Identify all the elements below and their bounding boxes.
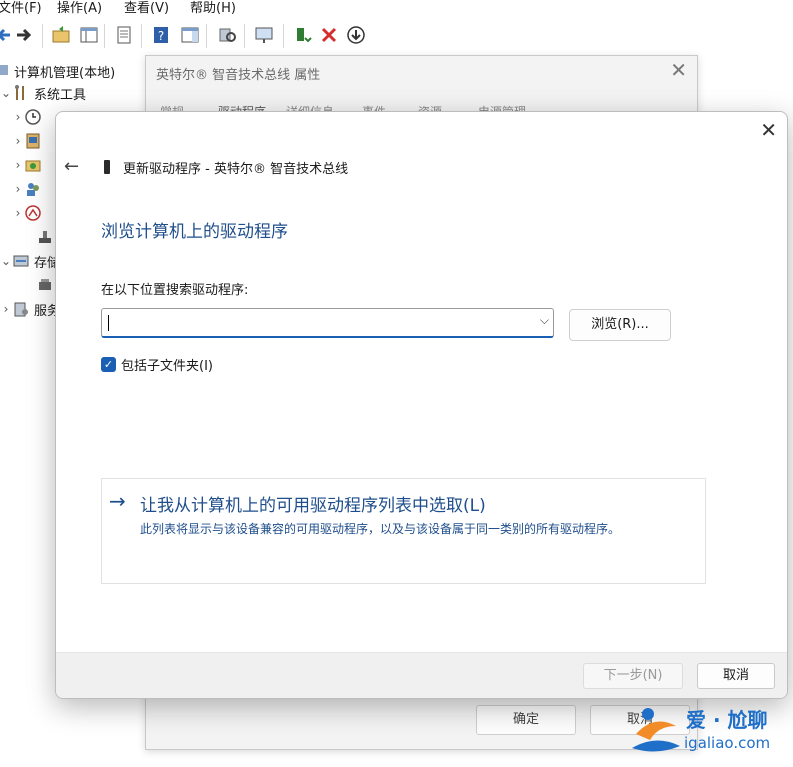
performance-icon [25,205,41,221]
toolbar-separator [42,24,43,48]
watermark-logo: 爱 · 尬聊 igaliao.com [628,698,788,760]
tree-item-system-tools[interactable]: ⌄ 系统工具 [0,82,86,104]
scan-hardware-icon[interactable] [217,25,237,45]
chevron-down-icon[interactable]: ⌄ [0,86,12,100]
include-subfolders-checkbox[interactable]: ✓ [101,357,116,372]
tree-item-performance[interactable]: › [12,202,46,224]
forward-arrow-icon[interactable] [14,25,34,45]
search-location-label: 在以下位置搜索驱动程序: [101,283,249,298]
update-driver-wizard: ✕ ← 更新驱动程序 - 英特尔® 智音技术总线 浏览计算机上的驱动程序 在以下… [55,111,788,699]
pick-from-list-title[interactable]: 让我从计算机上的可用驱动程序列表中选取(L) [140,491,486,516]
tree-item-services[interactable]: › 服务 [0,298,60,320]
chevron-right-icon[interactable]: › [0,302,12,316]
include-subfolders-label[interactable]: 包括子文件夹(I) [121,355,213,374]
toolbar-separator [244,24,245,48]
back-arrow-icon[interactable] [0,25,14,45]
monitor-icon[interactable] [254,25,274,45]
text-cursor [108,315,109,331]
cancel-button[interactable]: 取消 [697,663,775,689]
toolbar: ? [0,18,793,54]
tree-item-storage[interactable]: ⌄ 存储 [0,250,60,272]
up-folder-icon[interactable] [51,25,71,45]
watermark-logo-icon [632,708,680,752]
toolbar-separator [283,24,284,48]
shared-folder-icon [25,160,41,172]
tree-item-local-users[interactable]: › [12,178,46,200]
users-icon [27,183,39,196]
svg-text:?: ? [158,29,164,43]
event-viewer-icon [26,133,40,149]
storage-icon [13,255,29,267]
menu-action[interactable]: 操作(A) [57,0,102,16]
chevron-right-icon[interactable]: › [12,158,24,172]
properties-dialog-title: 英特尔® 智音技术总线 属性 [156,68,321,83]
chevron-right-icon[interactable]: › [12,206,24,220]
back-arrow-icon[interactable]: ← [64,156,79,177]
pick-from-list-option[interactable]: → 让我从计算机上的可用驱动程序列表中选取(L) 此列表将显示与该设备兼容的可用… [101,478,706,584]
close-icon[interactable]: ✕ [760,118,777,142]
download-circle-icon[interactable] [346,25,366,45]
device-manager-icon [39,231,51,243]
tree-item-device-manager[interactable] [24,226,58,248]
clock-icon [25,109,41,125]
tree-item-label: 系统工具 [34,87,87,103]
services-icon [14,302,28,317]
update-driver-icon[interactable] [293,25,313,45]
tree-item-event-viewer[interactable]: › [12,130,46,152]
uninstall-icon[interactable] [319,25,339,45]
page-heading: 浏览计算机上的驱动程序 [101,222,288,242]
watermark-text: 爱 · 尬聊 [686,708,768,732]
properties-icon[interactable] [114,25,134,45]
close-icon[interactable]: ✕ [670,58,687,82]
tree-item-task-scheduler[interactable]: › [12,106,46,128]
show-hide-tree-icon[interactable] [79,25,99,45]
chevron-down-icon[interactable]: ⌵ [540,313,549,328]
watermark-url: igaliao.com [684,734,771,752]
browse-button[interactable]: 浏览(R)... [569,309,671,341]
ok-button[interactable]: 确定 [476,705,576,735]
pick-from-list-description: 此列表将显示与该设备兼容的可用驱动程序，以及与该设备属于同一类别的所有驱动程序。 [140,522,621,536]
toolbar-separator [206,24,207,48]
menu-file[interactable]: 文件(F) [0,0,42,16]
next-button[interactable]: 下一步(N) [583,663,683,689]
tree-item-label: 计算机管理(本地) [14,65,116,81]
tree-item-shared-folders[interactable]: › [12,154,46,176]
device-icon [104,160,110,174]
chevron-right-icon[interactable]: › [12,134,24,148]
action-pane-icon[interactable] [180,25,200,45]
menu-bar: 文件(F) 操作(A) 查看(V) 帮助(H) [0,0,793,18]
tree-item-root[interactable]: 计算机管理(本地) [0,60,115,82]
menu-view[interactable]: 查看(V) [124,0,169,16]
toolbar-separator [141,24,142,48]
help-icon[interactable]: ? [151,25,171,45]
chevron-right-icon[interactable]: › [12,110,24,124]
chevron-right-icon[interactable]: › [12,182,24,196]
tree-item-disk-management[interactable] [24,274,58,296]
driver-path-combobox[interactable]: ⌵ [101,308,554,338]
wizard-title: 更新驱动程序 - 英特尔® 智音技术总线 [123,162,349,177]
arrow-right-icon: → [109,489,126,513]
wizard-footer: 下一步(N) 取消 [56,652,787,698]
disk-icon [39,279,51,290]
computer-icon [0,65,8,75]
chevron-down-icon[interactable]: ⌄ [0,254,12,268]
toolbar-separator [104,24,105,48]
menu-help[interactable]: 帮助(H) [190,0,236,16]
driver-path-input[interactable] [108,313,528,333]
tools-icon [15,85,24,100]
